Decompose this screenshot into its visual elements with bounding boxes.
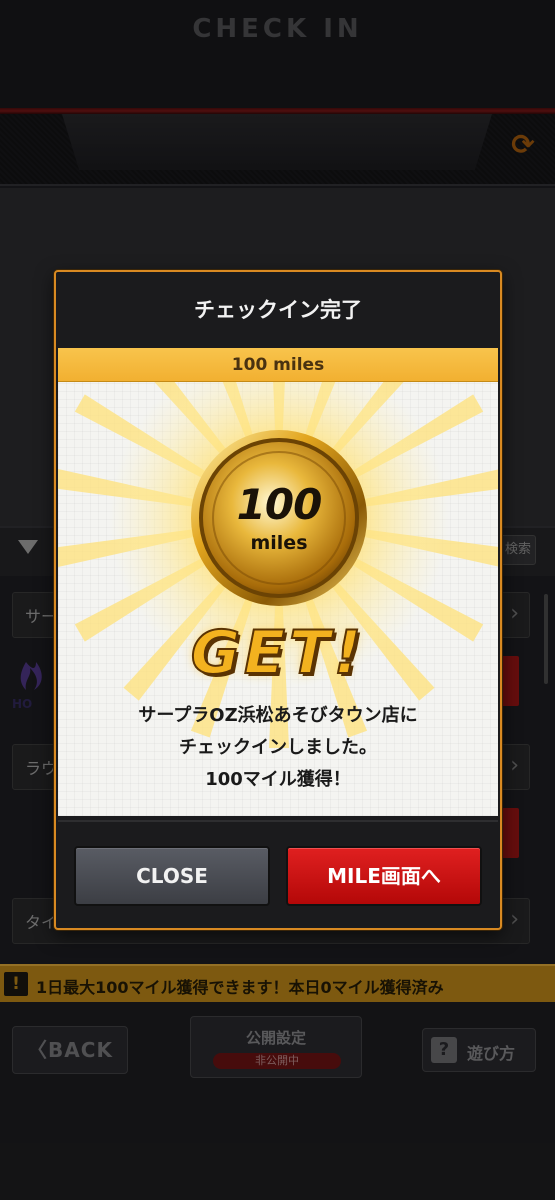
- reward-area: 100 miles GET! サープラOZ浜松あそびタウン店に チェックインしま…: [58, 382, 498, 816]
- message-line: 100マイル獲得！: [205, 769, 351, 790]
- coin-value: 100: [236, 480, 323, 529]
- get-banner: GET!: [190, 617, 366, 689]
- checkin-message: サープラOZ浜松あそびタウン店に チェックインしました。 100マイル獲得！: [58, 700, 498, 796]
- dialog-title: チェックイン完了: [194, 298, 362, 322]
- checkin-complete-dialog: チェックイン完了 100 miles 100 miles GET! サープラOZ…: [54, 270, 502, 930]
- miles-banner-text: 100 miles: [231, 355, 325, 375]
- close-button[interactable]: CLOSE: [74, 846, 270, 906]
- message-line: チェックインしました。: [179, 737, 377, 758]
- miles-banner: 100 miles: [58, 348, 498, 382]
- message-line: サープラOZ浜松あそびタウン店に: [138, 705, 418, 726]
- go-to-mile-button[interactable]: MILE画面へ: [286, 846, 482, 906]
- coin-unit: miles: [250, 532, 308, 554]
